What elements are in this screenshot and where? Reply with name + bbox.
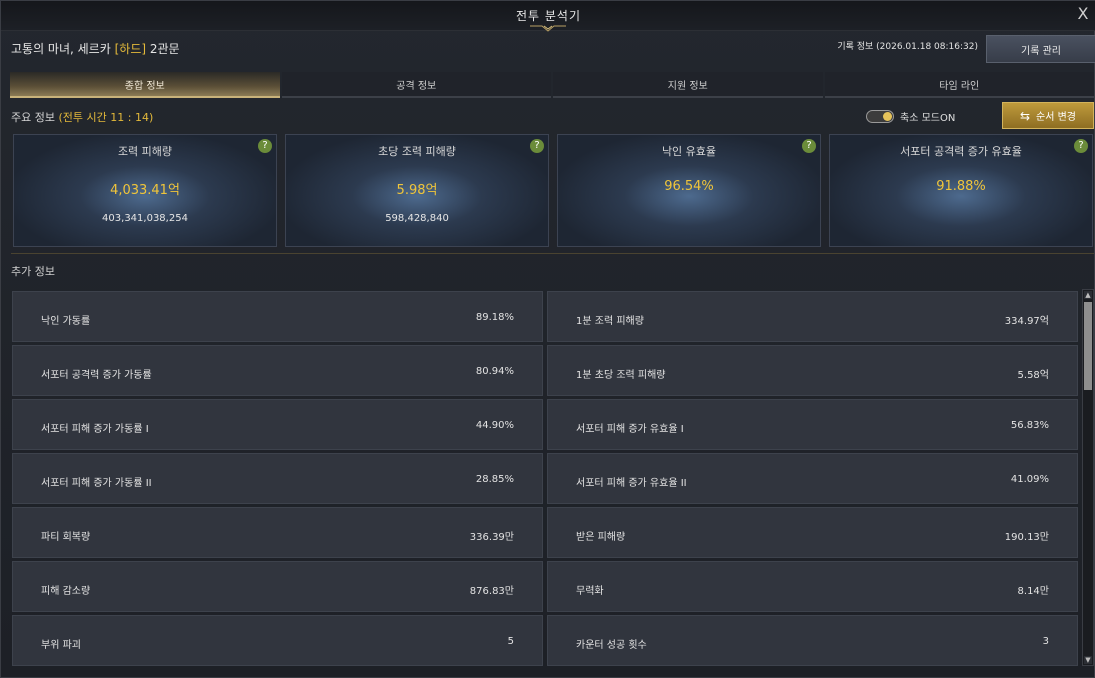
help-icon[interactable]: ? [802, 139, 816, 153]
stat-value: 8.14만 [1017, 586, 1049, 597]
extra-info-label: 추가 정보 [11, 265, 55, 278]
stat-label: 서포터 피해 증가 유효율 II [576, 478, 687, 489]
stat-label: 서포터 피해 증가 가동률 I [41, 424, 149, 435]
record-info: 기록 정보 (2026.01.18 08:16:32) [837, 42, 978, 52]
tab-support[interactable]: 지원 정보 [553, 72, 823, 98]
stat-value: 336.39만 [469, 532, 514, 543]
list-item: 서포터 공격력 증가 가동률 80.94% [12, 345, 543, 396]
stat-value: 334.97억 [1004, 316, 1049, 327]
gate-label: 2관문 [149, 42, 180, 56]
section-divider [11, 253, 1094, 254]
list-item: 서포터 피해 증가 가동률 II 28.85% [12, 453, 543, 504]
battle-analyzer-window: 전투 분석기 X 고통의 마녀, 세르카 [하드] 2관문 기록 정보 (202… [0, 0, 1095, 678]
stat-label: 부위 파괴 [41, 640, 81, 651]
stat-value: 41.09% [1010, 474, 1049, 485]
list-item: 부위 파괴 5 [12, 615, 543, 666]
record-manage-button[interactable]: 기록 관리 [986, 35, 1095, 63]
swap-arrows-icon: ⇆ [1019, 108, 1031, 123]
stat-label: 서포터 공격력 증가 가동률 [41, 370, 152, 381]
compact-mode-toggle[interactable]: 축소 모드ON [866, 109, 955, 124]
stat-label: 카운터 성공 횟수 [576, 640, 647, 651]
stat-value: 5 [507, 636, 514, 647]
main-info-title: 주요 정보 [11, 111, 55, 124]
difficulty-badge: [하드] [114, 42, 147, 56]
main-info-label: 주요 정보 (전투 시간 11 : 14) [11, 109, 153, 125]
card-sub-value: 403,341,038,254 [102, 213, 188, 224]
scroll-up-icon[interactable]: ▲ [1084, 291, 1092, 299]
card-support-damage: 조력 피해량 ? 4,033.41억 403,341,038,254 [13, 134, 277, 247]
card-support-dps: 초당 조력 피해량 ? 5.98억 598,428,840 [285, 134, 549, 247]
list-item: 무력화 8.14만 [547, 561, 1078, 612]
card-supporter-attack-efficiency: 서포터 공격력 증가 유효율 ? 91.88% [829, 134, 1093, 247]
window-title: 전투 분석기 [515, 9, 581, 23]
card-value: 91.88% [936, 179, 986, 194]
list-item: 서포터 피해 증가 유효율 II 41.09% [547, 453, 1078, 504]
scroll-thumb[interactable] [1084, 302, 1092, 390]
help-icon[interactable]: ? [530, 139, 544, 153]
list-item: 받은 피해량 190.13만 [547, 507, 1078, 558]
stat-label: 1분 초당 조력 피해량 [576, 370, 666, 381]
card-brand-efficiency: 낙인 유효율 ? 96.54% [557, 134, 821, 247]
scrollbar[interactable]: ▲ ▼ [1082, 289, 1094, 666]
help-icon[interactable]: ? [1074, 139, 1088, 153]
toggle-switch[interactable] [866, 110, 894, 123]
help-icon[interactable]: ? [258, 139, 272, 153]
stat-label: 낙인 가동률 [41, 316, 91, 327]
extra-info-grid: 낙인 가동률 89.18% 1분 조력 피해량 334.97억 서포터 공격력 … [12, 291, 1079, 669]
battle-time: (전투 시간 11 : 14) [58, 111, 154, 124]
stat-value: 3 [1042, 636, 1049, 647]
close-icon[interactable]: X [1074, 5, 1092, 23]
stat-value: 190.13만 [1004, 532, 1049, 543]
card-title: 초당 조력 피해량 [378, 145, 456, 158]
list-item: 카운터 성공 횟수 3 [547, 615, 1078, 666]
stat-value: 44.90% [475, 420, 514, 431]
card-value: 4,033.41억 [110, 183, 180, 198]
title-bar: 전투 분석기 X [1, 1, 1095, 32]
stat-value: 876.83만 [469, 586, 514, 597]
stat-label: 무력화 [576, 586, 604, 597]
stat-label: 1분 조력 피해량 [576, 316, 644, 327]
tab-summary[interactable]: 종합 정보 [10, 72, 280, 98]
card-title: 낙인 유효율 [661, 145, 717, 158]
order-change-button[interactable]: ⇆ 순서 변경 [1002, 102, 1094, 129]
stat-value: 89.18% [475, 312, 514, 323]
stat-label: 서포터 피해 증가 유효율 I [576, 424, 684, 435]
stat-value: 5.58억 [1017, 370, 1049, 381]
stat-label: 파티 회복량 [41, 532, 91, 543]
stat-label: 피해 감소량 [41, 586, 91, 597]
main-info-cards: 조력 피해량 ? 4,033.41억 403,341,038,254 초당 조력… [13, 134, 1094, 247]
tab-timeline[interactable]: 타임 라인 [824, 72, 1094, 98]
list-item: 1분 초당 조력 피해량 5.58억 [547, 345, 1078, 396]
stat-label: 서포터 피해 증가 가동률 II [41, 478, 152, 489]
tab-attack[interactable]: 공격 정보 [281, 72, 551, 98]
order-button-label: 순서 변경 [1036, 112, 1077, 123]
list-item: 파티 회복량 336.39만 [12, 507, 543, 558]
stat-value: 80.94% [475, 366, 514, 377]
list-item: 1분 조력 피해량 334.97억 [547, 291, 1078, 342]
stat-label: 받은 피해량 [576, 532, 626, 543]
list-item: 서포터 피해 증가 유효율 I 56.83% [547, 399, 1078, 450]
card-title: 조력 피해량 [117, 145, 173, 158]
toggle-knob [883, 112, 892, 121]
card-sub-value: 598,428,840 [385, 213, 449, 224]
toggle-label: 축소 모드ON [900, 113, 956, 124]
scroll-down-icon[interactable]: ▼ [1084, 656, 1092, 664]
boss-name: 고통의 마녀, 세르카 [11, 42, 111, 56]
tab-bar: 종합 정보 공격 정보 지원 정보 타임 라인 [10, 72, 1095, 98]
card-value: 5.98억 [396, 183, 438, 198]
card-value: 96.54% [664, 179, 714, 194]
boss-title: 고통의 마녀, 세르카 [하드] 2관문 [11, 40, 180, 57]
stat-value: 28.85% [475, 474, 514, 485]
card-title: 서포터 공격력 증가 유효율 [900, 145, 1022, 158]
title-ornament-icon [530, 25, 566, 32]
list-item: 낙인 가동률 89.18% [12, 291, 543, 342]
stat-value: 56.83% [1010, 420, 1049, 431]
list-item: 서포터 피해 증가 가동률 I 44.90% [12, 399, 543, 450]
list-item: 피해 감소량 876.83만 [12, 561, 543, 612]
